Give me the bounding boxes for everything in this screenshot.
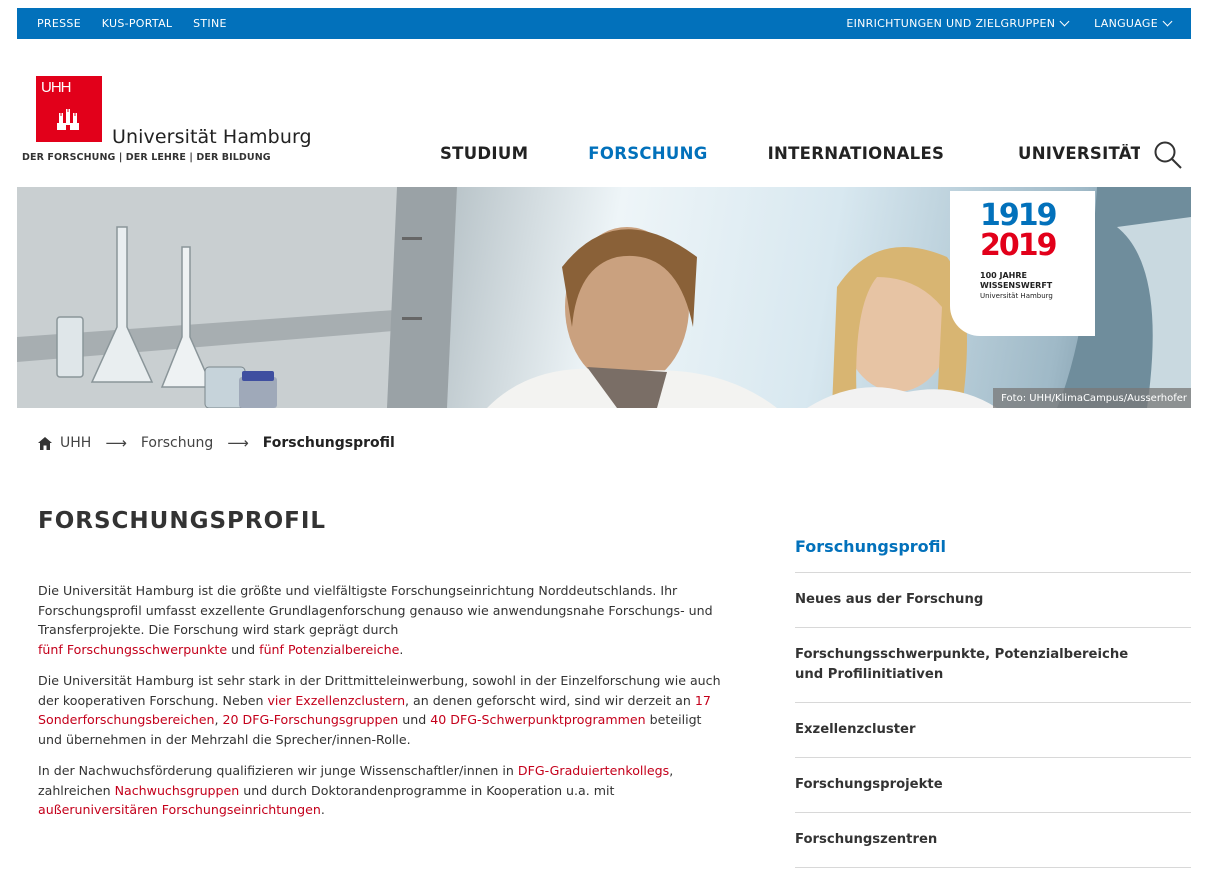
breadcrumb-arrow-icon: ⟶	[105, 434, 127, 452]
badge-line-3: Universität Hamburg	[980, 292, 1053, 300]
anniversary-badge: 1919 2019 100 JAHRE WISSENSWERFT Univers…	[950, 191, 1095, 336]
breadcrumb-forschung[interactable]: Forschung	[141, 435, 213, 451]
breadcrumb-current: Forschungsprofil	[262, 435, 395, 451]
search-icon[interactable]	[1153, 140, 1183, 170]
badge-year-2019: 2019	[980, 228, 1057, 263]
photo-credit: Foto: UHH/KlimaCampus/Ausserhofer	[993, 388, 1191, 408]
link-exzellenzcluster[interactable]: vier Exzellenzclustern	[267, 693, 405, 708]
sidebar-item-schwerpunkte[interactable]: Forschungsschwerpunkte, Potenzialbereich…	[795, 628, 1191, 703]
dropdown-language[interactable]: LANGUAGE	[1094, 16, 1173, 30]
link-nachwuchsgruppen[interactable]: Nachwuchsgruppen	[115, 783, 240, 798]
nav-internationales[interactable]: INTERNATIONALES	[768, 144, 945, 163]
sidebar-item-label: Forschungsschwerpunkte, Potenzialbereich…	[795, 647, 1129, 682]
p2-t4: und	[402, 712, 427, 727]
main-navigation: STUDIUM FORSCHUNG INTERNATIONALES UNIVER…	[440, 144, 1140, 163]
link-forschungsschwerpunkte[interactable]: fünf Forschungsschwerpunkte	[38, 642, 227, 657]
link-graduiertenkollegs[interactable]: DFG-Graduiertenkollegs	[518, 763, 669, 778]
link-stine[interactable]: STINE	[193, 17, 227, 30]
sidebar-item-exzellenzcluster[interactable]: Exzellenzcluster	[795, 703, 1191, 758]
home-icon[interactable]	[38, 436, 52, 450]
paragraph-3: In der Nachwuchsförderung qualifizieren …	[38, 761, 728, 820]
link-dfg-schwerpunktprogramme[interactable]: 40 DFG-Schwerpunktprogrammen	[430, 712, 645, 727]
badge-year-1919: 1919	[980, 198, 1057, 233]
sidebar-item-label: Neues aus der Forschung	[795, 592, 984, 607]
p1-text: Die Universität Hamburg ist die größte u…	[38, 583, 713, 637]
p2-t2: , an denen geforscht wird, sind wir derz…	[405, 692, 691, 708]
sidebar-item-label: Exzellenzcluster	[795, 722, 916, 737]
nav-studium[interactable]: STUDIUM	[440, 144, 528, 163]
badge-line-1: 100 JAHRE	[980, 271, 1027, 280]
badge-line-2: WISSENSWERFT	[980, 281, 1053, 290]
university-tagline: DER FORSCHUNG | DER LEHRE | DER BILDUNG	[22, 152, 271, 163]
p3-t1: In der Nachwuchsförderung qualifizieren …	[38, 763, 514, 778]
sidebar-item-label: Forschungsprojekte	[795, 777, 943, 792]
page-title: FORSCHUNGSPROFIL	[38, 508, 327, 534]
sidebar-item-label: Forschungszentren	[795, 832, 938, 847]
p1-mid: und	[231, 641, 256, 657]
link-kus-portal[interactable]: KUS-PORTAL	[102, 17, 173, 30]
dropdown-einrichtungen[interactable]: EINRICHTUNGEN UND ZIELGRUPPEN	[846, 16, 1070, 30]
sidebar-item-forschungsprojekte[interactable]: Forschungsprojekte	[795, 758, 1191, 813]
paragraph-2: Die Universität Hamburg ist sehr stark i…	[38, 671, 728, 749]
dropdown-language-label: LANGUAGE	[1094, 17, 1158, 30]
p2-t3: ,	[214, 712, 219, 727]
top-utility-bar: PRESSE KUS-PORTAL STINE EINRICHTUNGEN UN…	[17, 8, 1191, 39]
nav-universitaet[interactable]: UNIVERSITÄT	[1018, 144, 1140, 163]
chevron-down-icon	[1162, 16, 1173, 27]
link-ausseruniversitaere-einrichtungen[interactable]: außeruniversitären Forschungseinrichtung…	[38, 802, 321, 817]
nav-forschung[interactable]: FORSCHUNG	[588, 144, 707, 163]
sidebar-title[interactable]: Forschungsprofil	[795, 537, 1191, 573]
link-presse[interactable]: PRESSE	[37, 17, 81, 30]
sidebar-navigation: Forschungsprofil Neues aus der Forschung…	[795, 537, 1191, 868]
utility-links-right: EINRICHTUNGEN UND ZIELGRUPPEN LANGUAGE	[824, 16, 1173, 30]
logo-mark: UHH	[41, 79, 71, 96]
link-potenzialbereiche[interactable]: fünf Potenzialbereiche	[259, 642, 399, 657]
breadcrumb: UHH ⟶ Forschung ⟶ Forschungsprofil	[38, 434, 395, 452]
sidebar-item-forschungszentren[interactable]: Forschungszentren	[795, 813, 1191, 868]
p1-end: .	[399, 641, 404, 657]
paragraph-1: Die Universität Hamburg ist die größte u…	[38, 581, 728, 659]
hero-image: 1919 2019 100 JAHRE WISSENSWERFT Univers…	[17, 187, 1191, 408]
chevron-down-icon	[1059, 16, 1070, 27]
university-name[interactable]: Universität Hamburg	[112, 126, 312, 148]
uhh-logo[interactable]: UHH	[36, 76, 102, 142]
breadcrumb-home[interactable]: UHH	[60, 435, 91, 451]
p3-t4: .	[320, 802, 325, 817]
main-content: Die Universität Hamburg ist die größte u…	[38, 581, 728, 832]
hamburg-castle-icon	[57, 109, 79, 130]
breadcrumb-arrow-icon: ⟶	[227, 434, 249, 452]
p3-t3: und durch Doktorandenprogramme in Kooper…	[243, 782, 615, 798]
dropdown-einrichtungen-label: EINRICHTUNGEN UND ZIELGRUPPEN	[846, 17, 1056, 30]
sidebar-item-neues[interactable]: Neues aus der Forschung	[795, 573, 1191, 628]
utility-links-left: PRESSE KUS-PORTAL STINE	[37, 17, 244, 30]
link-dfg-forschungsgruppen[interactable]: 20 DFG-Forschungsgruppen	[222, 712, 398, 727]
